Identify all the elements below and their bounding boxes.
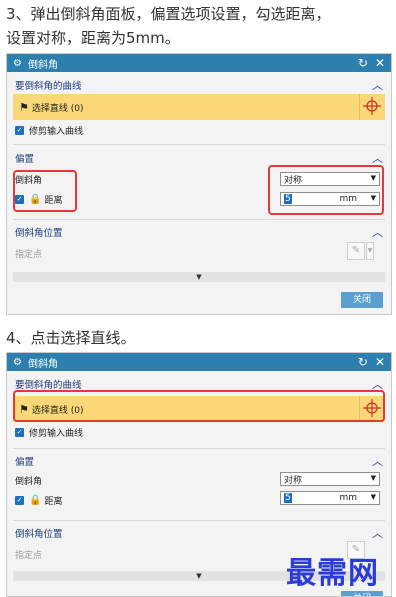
section-offset-header[interactable]: 偏置 ︿ (7, 452, 391, 470)
chamfer-label: 倒斜角 (15, 476, 43, 487)
chevron-up-icon[interactable]: ︿ (372, 376, 383, 392)
dropdown-arrow-icon[interactable]: ▼ (371, 493, 376, 501)
mode-select[interactable]: 对称 ▼ (280, 172, 380, 186)
select-curve-label: 选择直线 (0) (31, 405, 84, 416)
gear-icon[interactable]: ⚙ (13, 58, 22, 69)
flag-icon: ⚑ (19, 402, 29, 416)
distance-input[interactable]: 5 mm ▼ (280, 491, 380, 505)
mode-value: 对称 (284, 175, 303, 186)
section-position-header[interactable]: 倒斜角位置 ︿ (7, 524, 391, 542)
checkbox-checked-icon[interactable]: ✓ (15, 427, 24, 437)
close-button[interactable]: 关闭 (341, 292, 383, 308)
select-curve-row[interactable]: ⚑ 选择直线 (0) (13, 94, 385, 120)
dialog-title-bar: ⚙ 倒斜角 ↻ ✕ (7, 54, 391, 72)
unit-label: mm (339, 493, 357, 503)
dialog-title-bar: ⚙ 倒斜角 ↻ ✕ (7, 353, 391, 371)
flag-icon: ⚑ (19, 100, 29, 114)
mode-select[interactable]: 对称 ▼ (280, 472, 380, 486)
specify-point-label: 指定点 (15, 249, 43, 260)
distance-value: 5 (284, 493, 292, 503)
step4-text: 4、点击选择直线。 (6, 329, 136, 347)
section-position-header[interactable]: 倒斜角位置 ︿ (7, 223, 391, 241)
close-icon[interactable]: ✕ (375, 57, 385, 69)
section-position-title: 倒斜角位置 (15, 228, 63, 239)
section-offset-title: 偏置 (15, 457, 35, 468)
section-offset-title: 偏置 (15, 154, 35, 165)
dialog-title: 倒斜角 (27, 358, 58, 370)
distance-value: 5 (284, 194, 292, 204)
mode-value: 对称 (284, 475, 303, 486)
dropdown-arrow-icon[interactable]: ▼ (366, 242, 374, 260)
step3-line2: 设置对称，距离为5mm。 (6, 29, 180, 47)
dropdown-arrow-icon[interactable]: ▼ (371, 474, 376, 482)
chevron-up-icon[interactable]: ︿ (372, 77, 383, 93)
dropdown-arrow-icon[interactable]: ▼ (371, 174, 376, 182)
unit-label: mm (339, 194, 357, 204)
checkbox-checked-icon[interactable]: ✓ (15, 194, 24, 204)
distance-input[interactable]: 5 mm ▼ (280, 192, 380, 206)
reset-icon[interactable]: ↻ (358, 356, 368, 368)
trim-input-label: 修剪输入曲线 (29, 428, 84, 439)
chevron-up-icon[interactable]: ︿ (372, 224, 383, 240)
chevron-up-icon[interactable]: ︿ (372, 453, 383, 469)
section-curves-title: 要倒斜角的曲线 (15, 81, 82, 92)
lock-icon: 🔒 (29, 494, 42, 506)
dialog-title: 倒斜角 (27, 59, 58, 71)
gear-icon[interactable]: ⚙ (13, 357, 22, 368)
lock-icon: 🔒 (29, 193, 42, 205)
more-expand-bar[interactable]: ▼ (13, 272, 385, 282)
chevron-up-icon[interactable]: ︿ (372, 150, 383, 166)
checkbox-checked-icon[interactable]: ✓ (15, 125, 24, 135)
dropdown-arrow-icon[interactable]: ▼ (371, 194, 376, 202)
reset-icon[interactable]: ↻ (358, 57, 368, 69)
distance-label: 距离 (44, 195, 63, 206)
crosshair-icon[interactable] (359, 396, 385, 422)
section-curves-header[interactable]: 要倒斜角的曲线 ︿ (7, 76, 391, 94)
chamfer-dialog-1: ⚙ 倒斜角 ↻ ✕ 要倒斜角的曲线 ︿ ⚑ 选择直线 (0) ✓ 修剪输入曲线 … (6, 53, 392, 315)
step3-line1: 3、弹出倒斜角面板，偏置选项设置，勾选距离， (6, 5, 331, 23)
section-position-title: 倒斜角位置 (15, 529, 63, 540)
section-offset-header[interactable]: 偏置 ︿ (7, 149, 391, 167)
point-wand-icon[interactable]: ✎ (347, 242, 365, 260)
close-icon[interactable]: ✕ (375, 356, 385, 368)
distance-label: 距离 (44, 496, 63, 507)
chevron-up-icon[interactable]: ︿ (372, 525, 383, 541)
crosshair-icon[interactable] (359, 94, 385, 120)
trim-input-row[interactable]: ✓ 修剪输入曲线 (7, 122, 391, 138)
select-curve-row[interactable]: ⚑ 选择直线 (0) (13, 396, 385, 422)
watermark-text: 最需网 (286, 556, 379, 591)
trim-input-label: 修剪输入曲线 (29, 126, 84, 137)
section-curves-header[interactable]: 要倒斜角的曲线 ︿ (7, 375, 391, 393)
specify-point-label: 指定点 (15, 550, 43, 561)
specify-point-row[interactable]: 指定点 (7, 245, 391, 261)
chamfer-label: 倒斜角 (15, 175, 43, 186)
trim-input-row[interactable]: ✓ 修剪输入曲线 (7, 424, 391, 440)
section-curves-title: 要倒斜角的曲线 (15, 380, 82, 391)
checkbox-checked-icon[interactable]: ✓ (15, 495, 24, 505)
select-curve-label: 选择直线 (0) (31, 103, 84, 114)
